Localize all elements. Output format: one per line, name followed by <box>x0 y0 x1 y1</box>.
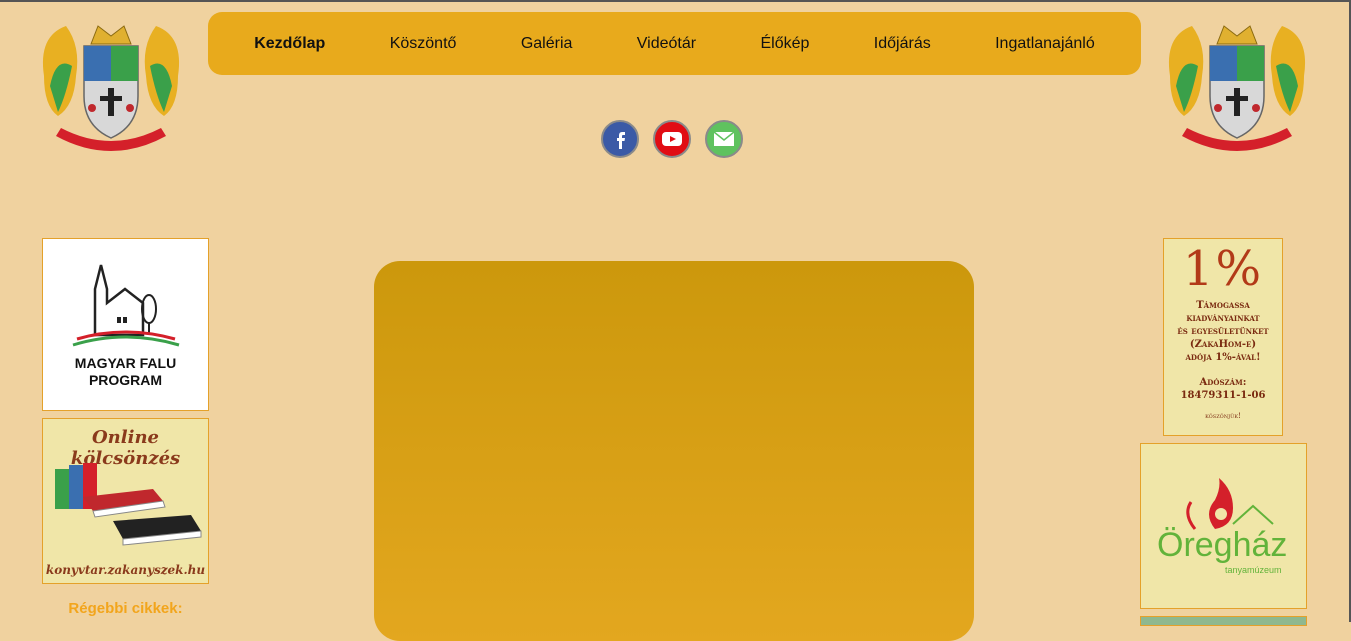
nav-item-kezdolap[interactable]: Kezdőlap <box>254 35 325 53</box>
email-icon[interactable] <box>705 120 743 158</box>
one-percent-line: Támogassa <box>1196 300 1250 311</box>
nav-item-videotar[interactable]: Videótár <box>637 35 696 53</box>
one-percent-big: 1% <box>1182 241 1264 297</box>
online-kolcsonzes-banner[interactable]: Online kölcsönzés konyvtar.zakanyszek.hu <box>42 418 209 584</box>
coat-of-arms-right <box>1168 25 1306 151</box>
nav-item-ingatlanajanlo[interactable]: Ingatlanajánló <box>995 35 1095 53</box>
main-content-panel <box>374 261 974 641</box>
one-percent-line: kiadványainkat <box>1186 313 1260 324</box>
nav-item-galeria[interactable]: Galéria <box>521 35 573 53</box>
oreghaz-banner[interactable]: Öregház tanyamúzeum <box>1140 443 1307 609</box>
youtube-icon[interactable] <box>653 120 691 158</box>
oreghaz-logo-icon <box>1186 478 1274 530</box>
books-icon <box>55 463 202 546</box>
magyar-falu-line2: PROGRAM <box>88 372 163 388</box>
thanks-text: köszönjük! <box>1205 412 1241 420</box>
magyar-falu-program-banner[interactable]: MAGYAR FALU PROGRAM <box>42 238 209 411</box>
oreghaz-subtitle: tanyamúzeum <box>1225 565 1282 575</box>
magyar-falu-line1: MAGYAR FALU <box>74 355 177 371</box>
next-banner[interactable] <box>1140 616 1307 626</box>
facebook-icon[interactable] <box>601 120 639 158</box>
social-links <box>601 120 743 158</box>
coat-of-arms-left <box>42 25 180 151</box>
tax-label: Adószám: <box>1199 377 1247 388</box>
online-kolcsonzes-url: konyvtar.zakanyszek.hu <box>45 563 206 577</box>
one-percent-line: adója 1%-ával! <box>1185 352 1261 363</box>
one-percent-line: és egyesületünket <box>1177 326 1269 337</box>
main-nav: Kezdőlap Köszöntő Galéria Videótár Élőké… <box>208 12 1141 75</box>
one-percent-banner[interactable]: 1% Támogassa kiadványainkat és egyesület… <box>1163 238 1283 436</box>
nav-item-koszonto[interactable]: Köszöntő <box>390 35 457 53</box>
one-percent-line: (ZakaHom-e) <box>1189 339 1257 350</box>
older-articles-heading: Régebbi cikkek: <box>68 600 183 617</box>
nav-item-elokep[interactable]: Élőkép <box>760 35 809 53</box>
oreghaz-name: Öregház <box>1157 526 1288 564</box>
nav-item-idojaras[interactable]: Időjárás <box>874 35 931 53</box>
tax-number: 18479311-1-06 <box>1180 390 1266 401</box>
